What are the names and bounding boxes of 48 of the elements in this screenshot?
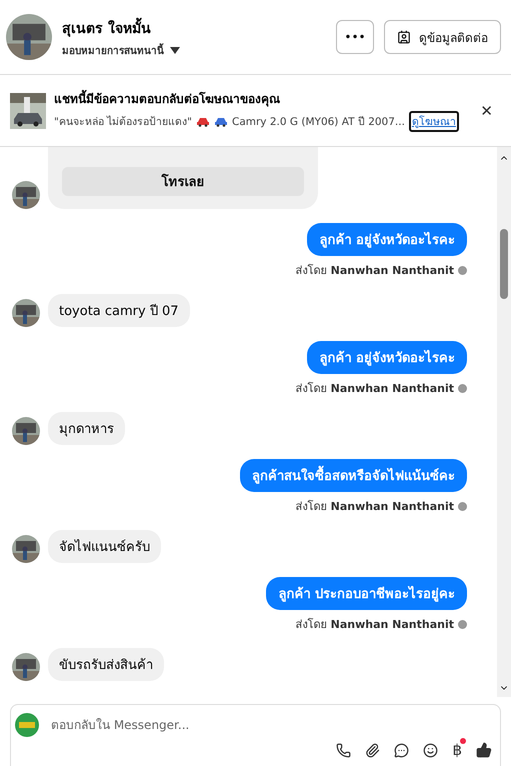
incoming-message: toyota camry ปี 07 [48, 294, 190, 327]
outgoing-message: ลูกค้า อยู่จังหวัดอะไรคะ [307, 341, 467, 374]
incoming-message: ขับรถรับส่งสินค้า [48, 648, 164, 681]
car-icon [214, 116, 228, 126]
banner-title: แชทนี้มีข้อความตอบกลับต่อโฆษณาของคุณ [54, 89, 464, 108]
assign-dropdown[interactable]: มอบหมายการสนทนานี้ [62, 42, 326, 58]
avatar [6, 14, 52, 60]
sent-by-label: ส่งโดย [296, 617, 327, 633]
thumbs-up-icon[interactable] [476, 742, 492, 758]
scrollbar-thumb[interactable] [500, 229, 508, 299]
contact-card-icon [397, 30, 411, 44]
attachment-icon[interactable] [365, 742, 380, 758]
incoming-message: มุกดาหาร [48, 412, 125, 445]
outgoing-message: ลูกค้าสนใจซื้อสดหรือจัดไฟแน้นซ์คะ [240, 459, 467, 492]
incoming-message: จัดไฟแนนซ์ครับ [48, 530, 161, 563]
page-avatar [15, 713, 39, 737]
view-ad-link[interactable]: ดูโฆษณา [408, 111, 459, 132]
phone-icon[interactable] [336, 742, 352, 758]
sender-name: Nanwhan Nanthanit [330, 264, 454, 276]
avatar [12, 417, 40, 445]
sender-name: Nanwhan Nanthanit [330, 618, 454, 630]
contact-info-button[interactable]: ดูข้อมูลติดต่อ [384, 20, 501, 54]
emoji-icon[interactable] [423, 742, 438, 758]
close-button[interactable]: ✕ [472, 98, 501, 124]
ad-quote: "คนจะหล่อ ไม่ต้องรอป้ายแดง" [54, 114, 192, 130]
outgoing-message: ลูกค้า ประกอบอาชีพอะไรอยู่คะ [266, 577, 467, 610]
avatar [12, 653, 40, 681]
contact-name: สุเนตร ใจหมั้น [62, 16, 326, 38]
sender-name: Nanwhan Nanthanit [330, 500, 454, 512]
sent-by-label: ส่งโดย [296, 263, 327, 279]
info-icon [458, 384, 467, 392]
more-button[interactable]: ••• [336, 20, 374, 54]
scrollbar[interactable] [497, 147, 511, 697]
info-icon [458, 266, 467, 274]
call-now-button[interactable]: โทรเลย [62, 167, 304, 196]
info-icon [458, 620, 467, 628]
avatar [12, 299, 40, 327]
ad-description: Camry 2.0 G (MY06) AT ปี 2007... [232, 115, 405, 130]
outgoing-message: ลูกค้า อยู่จังหวัดอะไรคะ [307, 223, 467, 256]
car-icon [196, 116, 210, 126]
sent-by-label: ส่งโดย [296, 499, 327, 515]
sent-by-label: ส่งโดย [296, 381, 327, 397]
chat-icon[interactable] [394, 742, 410, 758]
sender-name: Nanwhan Nanthanit [330, 382, 454, 394]
avatar [12, 535, 40, 563]
info-icon [458, 502, 467, 510]
caret-icon [170, 46, 180, 54]
avatar [12, 181, 40, 209]
